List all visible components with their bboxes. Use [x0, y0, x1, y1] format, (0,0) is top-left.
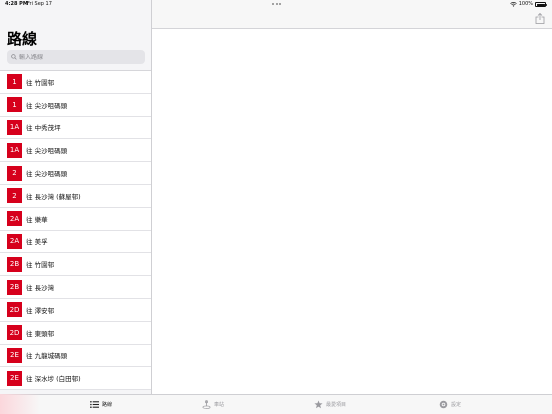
route-destination: 往 深水埗 (白田邨) [26, 375, 81, 384]
route-number-badge: 1A [7, 119, 22, 135]
tab-settings[interactable]: 設定 [439, 400, 461, 409]
route-number-badge: 1 [7, 97, 22, 113]
status-date: Fri Sep 17 [27, 1, 52, 7]
route-number-badge: 2 [7, 188, 22, 204]
route-number-badge: 2A [7, 211, 22, 227]
route-destination: 往 東頭邨 [26, 329, 55, 338]
route-number-badge: 1A [7, 142, 22, 158]
route-row[interactable]: 2D 往 澤安邨 [0, 298, 151, 322]
tab-routes[interactable]: 路線 [90, 400, 112, 409]
route-destination: 往 中秀茂坪 [26, 124, 61, 133]
route-destination: 往 竹園邨 [26, 261, 55, 270]
search-input[interactable] [19, 53, 139, 61]
settings-icon [439, 400, 448, 409]
wifi-icon [509, 2, 517, 7]
route-number-badge: 2B [7, 279, 22, 295]
app-window: 4:28 PM Fri Sep 17 100% 路線 1 往 竹園邨 1 往 尖沙咀碼… [0, 0, 552, 414]
route-row[interactable]: 2A 往 樂華 [0, 207, 151, 231]
route-destination: 往 樂華 [26, 215, 48, 224]
route-destination: 往 九龍城碼頭 [26, 352, 68, 361]
route-destination: 往 尖沙咀碼頭 [26, 101, 68, 110]
route-destination: 往 長沙灣 [26, 284, 55, 293]
route-row[interactable]: 2 往 尖沙咀碼頭 [0, 162, 151, 185]
star-icon [314, 400, 323, 409]
route-number-badge: 2D [7, 325, 22, 341]
tab-bar: 路線 車站 最愛項目 設定 [0, 394, 552, 414]
route-row[interactable]: 1A 往 中秀茂坪 [0, 116, 151, 140]
battery-icon [535, 2, 547, 7]
route-row[interactable]: 1A 往 尖沙咀碼頭 [0, 139, 151, 163]
route-row[interactable]: 2B 往 長沙灣 [0, 276, 151, 299]
route-row[interactable]: 1 往 竹園邨 [0, 71, 151, 94]
route-destination: 往 尖沙咀碼頭 [26, 170, 68, 179]
route-row[interactable]: 2E 往 九龍城碼頭 [0, 344, 151, 368]
route-row[interactable]: 2D 往 東頭邨 [0, 321, 151, 345]
route-number-badge: 2D [7, 302, 22, 318]
route-destination: 往 長沙灣 (蘇屋邨) [26, 192, 81, 201]
search-bar[interactable] [7, 50, 145, 64]
route-number-badge: 2 [7, 165, 22, 181]
route-destination: 往 尖沙咀碼頭 [26, 147, 68, 156]
search-icon [11, 54, 17, 60]
route-number-badge: 2B [7, 256, 22, 272]
route-number-badge: 1 [7, 74, 22, 90]
route-destination: 往 美孚 [26, 238, 48, 247]
tab-stops[interactable]: 車站 [202, 400, 224, 409]
list-icon [90, 400, 99, 409]
route-row[interactable]: 1 往 尖沙咀碼頭 [0, 93, 151, 117]
route-list: 1往 竹園邨 1 往 尖沙咀碼頭 1A 往 中秀茂坪 1A 往 尖沙咀碼頭 2 往 尖沙咀碼頭 2… [0, 70, 151, 391]
battery-percent: 100% [518, 1, 533, 7]
tab-favorites-label: 最愛項目 [326, 402, 347, 408]
route-number-badge: 2A [7, 233, 22, 249]
route-destination: 往 澤安邨 [26, 306, 55, 315]
detail-content [152, 29, 552, 394]
route-row[interactable]: 2B 往 竹園邨 [0, 253, 151, 277]
route-destination: 往 竹園邨 [26, 78, 55, 87]
tab-settings-label: 設定 [451, 402, 462, 408]
tab-routes-label: 路線 [102, 402, 113, 408]
tab-favorites[interactable]: 最愛項目 [314, 400, 346, 409]
route-row[interactable]: 2E 往 深水埗 (白田邨) [0, 367, 151, 391]
route-number-badge: 2E [7, 370, 22, 386]
status-indicators: 100% [509, 0, 547, 9]
route-row[interactable]: 2A 往 美孚 [0, 230, 151, 254]
sidebar: 路線 1 往 竹園邨 1 往 尖沙咀碼頭 1A 往 中秀茂坪 1A 往 尖沙咀碼頭 2 往 尖沙咀… [0, 0, 152, 394]
tab-stops-label: 車站 [214, 402, 225, 408]
status-bar: 4:28 PM Fri Sep 17 100% [0, 0, 552, 9]
share-icon[interactable] [535, 13, 545, 24]
route-number-badge: 2E [7, 347, 22, 363]
route-row[interactable]: 2 往 長沙灣 (蘇屋邨) [0, 184, 151, 208]
status-time: 4:28 PM [5, 1, 28, 7]
sidebar-title: 路線 [7, 30, 38, 48]
bus-stop-icon [202, 400, 211, 409]
